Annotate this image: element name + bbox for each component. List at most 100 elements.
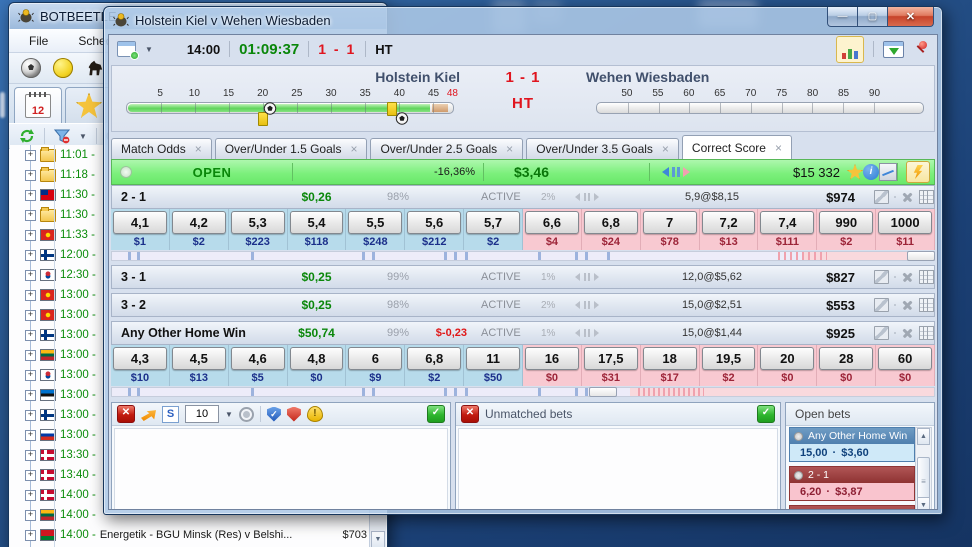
step-forward-icon[interactable] xyxy=(594,273,599,281)
lay-price-button[interactable]: 6,8 xyxy=(583,211,638,234)
back-price-button[interactable]: 4,3 xyxy=(113,347,167,370)
stop-loss-icon[interactable]: S xyxy=(162,405,179,423)
scroll-down-icon[interactable]: ▼ xyxy=(371,531,385,547)
stake-input[interactable] xyxy=(185,405,219,423)
menu-file[interactable]: File xyxy=(29,34,48,48)
tree-expand-icon[interactable]: + xyxy=(25,329,36,341)
lay-price-button[interactable]: 60 xyxy=(878,347,933,370)
confirm-bets-button[interactable]: ✓ xyxy=(427,405,445,423)
runner-row[interactable]: Any Other Home Win $50,74 99% $-0,23 ACTIVE 1… xyxy=(111,321,935,345)
back-price-button[interactable]: 4,2 xyxy=(171,211,226,234)
back-price-button[interactable]: 4,1 xyxy=(113,211,167,234)
lay-price-button[interactable]: 28 xyxy=(819,347,874,370)
tab-calendar[interactable]: 12 xyxy=(14,87,62,123)
tree-expand-icon[interactable]: + xyxy=(25,349,36,361)
tree-expand-icon[interactable]: + xyxy=(25,269,36,281)
close-tab-icon[interactable]: × xyxy=(506,143,513,155)
lay-price-button[interactable]: 16 xyxy=(525,347,579,370)
step-back-icon[interactable] xyxy=(575,273,580,281)
chart-icon[interactable] xyxy=(874,270,889,284)
tree-expand-icon[interactable]: + xyxy=(25,309,36,321)
favorite-star-icon[interactable] xyxy=(847,164,863,180)
runner-row[interactable]: 3 - 1 $0,25 99% ACTIVE 1% 12,0@$5,62 $827▲✕ xyxy=(111,265,935,289)
tree-expand-icon[interactable]: + xyxy=(25,289,36,301)
pause-icon[interactable] xyxy=(584,301,590,309)
lay-price-button[interactable]: 7,2 xyxy=(701,211,756,234)
back-price-button[interactable]: 5,3 xyxy=(230,211,285,234)
back-price-button[interactable]: 4,6 xyxy=(230,347,285,370)
back-price-button[interactable]: 4,8 xyxy=(289,347,344,370)
tree-expand-icon[interactable]: + xyxy=(25,509,36,521)
chart-icon[interactable] xyxy=(874,326,889,340)
market-tab[interactable]: Over/Under 1.5 Goals × xyxy=(214,138,368,159)
tree-expand-icon[interactable]: + xyxy=(25,489,36,501)
close-tab-icon[interactable]: × xyxy=(662,143,669,155)
back-price-button[interactable]: 5,6 xyxy=(407,211,462,234)
lay-price-button[interactable]: 7 xyxy=(642,211,697,234)
back-price-button[interactable]: 4,5 xyxy=(171,347,226,370)
add-market-icon[interactable] xyxy=(117,41,138,59)
tree-expand-icon[interactable]: + xyxy=(25,209,36,221)
soccer-sport-icon[interactable] xyxy=(21,58,41,78)
step-back-icon[interactable] xyxy=(575,301,580,309)
step-forward-icon[interactable] xyxy=(594,301,599,309)
tools-icon[interactable] xyxy=(901,191,914,203)
record-icon[interactable] xyxy=(238,406,254,422)
manual-bet-icon[interactable] xyxy=(141,410,156,421)
pause-icon[interactable] xyxy=(672,167,680,177)
open-bet-card[interactable]: 2 - 17,60·$10,00 xyxy=(789,505,915,509)
tennis-sport-icon[interactable] xyxy=(53,58,73,78)
lay-price-button[interactable]: 17,5 xyxy=(583,347,638,370)
lay-price-button[interactable]: 6,6 xyxy=(525,211,579,234)
step-back-icon[interactable] xyxy=(575,329,580,337)
filter-icon[interactable] xyxy=(54,129,70,144)
tree-expand-icon[interactable]: + xyxy=(25,389,36,401)
runner-row[interactable]: 3 - 2 $0,25 98% ACTIVE 2% 15,0@$2,51 $553▲✕ xyxy=(111,293,935,317)
close-tab-icon[interactable]: × xyxy=(350,143,357,155)
close-tab-icon[interactable]: × xyxy=(775,142,782,154)
pause-icon[interactable] xyxy=(584,329,590,337)
cancel-unmatched-button[interactable]: ✕ xyxy=(461,405,479,423)
warning-badge-icon[interactable]: ! xyxy=(306,406,323,422)
histogram-handle[interactable] xyxy=(907,251,935,261)
second-half-timeline[interactable]: 50 55 60 65 70 75 80 85 90 xyxy=(596,88,924,124)
lay-price-button[interactable]: 19,5 xyxy=(701,347,756,370)
pin-window-icon[interactable] xyxy=(913,40,929,58)
dock-window-icon[interactable] xyxy=(883,40,904,58)
match-window-titlebar[interactable]: Holstein Kiel v Wehen Wiesbaden xyxy=(104,7,942,33)
market-tab[interactable]: Match Odds × xyxy=(111,138,212,159)
pause-icon[interactable] xyxy=(584,273,590,281)
market-tab[interactable]: Over/Under 3.5 Goals × xyxy=(526,138,679,159)
tree-expand-icon[interactable]: + xyxy=(25,189,36,201)
tools-icon[interactable] xyxy=(901,327,914,339)
tree-expand-icon[interactable]: + xyxy=(25,229,36,241)
market-chart-icon[interactable] xyxy=(879,163,897,181)
lay-price-button[interactable]: 7,4 xyxy=(760,211,815,234)
schedule-event[interactable]: +14:00 - Energetik - BGU Minsk (Res) v Be… xyxy=(10,525,370,545)
open-bet-card[interactable]: Any Other Home Win 15,00 · $3,60 xyxy=(789,427,915,462)
minimize-button[interactable]: — xyxy=(827,7,858,27)
first-half-timeline[interactable]: 5 10 15 20 25 30 35 40 45 48 xyxy=(126,88,458,126)
tree-expand-icon[interactable]: + xyxy=(25,409,36,421)
tree-expand-icon[interactable]: + xyxy=(25,469,36,481)
chevron-down-icon[interactable]: ▼ xyxy=(145,45,153,54)
chevron-down-icon[interactable]: ▼ xyxy=(79,132,87,141)
cancel-bets-button[interactable]: ✕ xyxy=(117,405,135,423)
scroll-down-icon[interactable]: ▼ xyxy=(917,497,930,509)
step-forward-icon[interactable] xyxy=(683,167,690,177)
back-price-button[interactable]: 11 xyxy=(466,347,521,370)
tree-expand-icon[interactable]: + xyxy=(25,169,36,181)
open-bet-card[interactable]: 2 - 1 6,20 · $3,87 xyxy=(789,466,915,501)
ladder-icon[interactable] xyxy=(919,298,934,312)
back-price-button[interactable]: 5,7 xyxy=(466,211,521,234)
lay-price-button[interactable]: 18 xyxy=(642,347,697,370)
step-forward-icon[interactable] xyxy=(594,329,599,337)
shield-alert-icon[interactable] xyxy=(286,406,301,422)
tree-expand-icon[interactable]: + xyxy=(25,449,36,461)
runner-row[interactable]: 2 - 1 $0,26 98% ACTIVE 2% 5,9@$8,15 $974▼✕ xyxy=(111,185,935,209)
back-price-button[interactable]: 5,5 xyxy=(348,211,403,234)
histogram-handle[interactable] xyxy=(588,387,617,397)
tree-expand-icon[interactable]: + xyxy=(25,529,36,541)
ladder-icon[interactable] xyxy=(919,270,934,284)
confirm-unmatched-button[interactable]: ✓ xyxy=(757,405,775,423)
